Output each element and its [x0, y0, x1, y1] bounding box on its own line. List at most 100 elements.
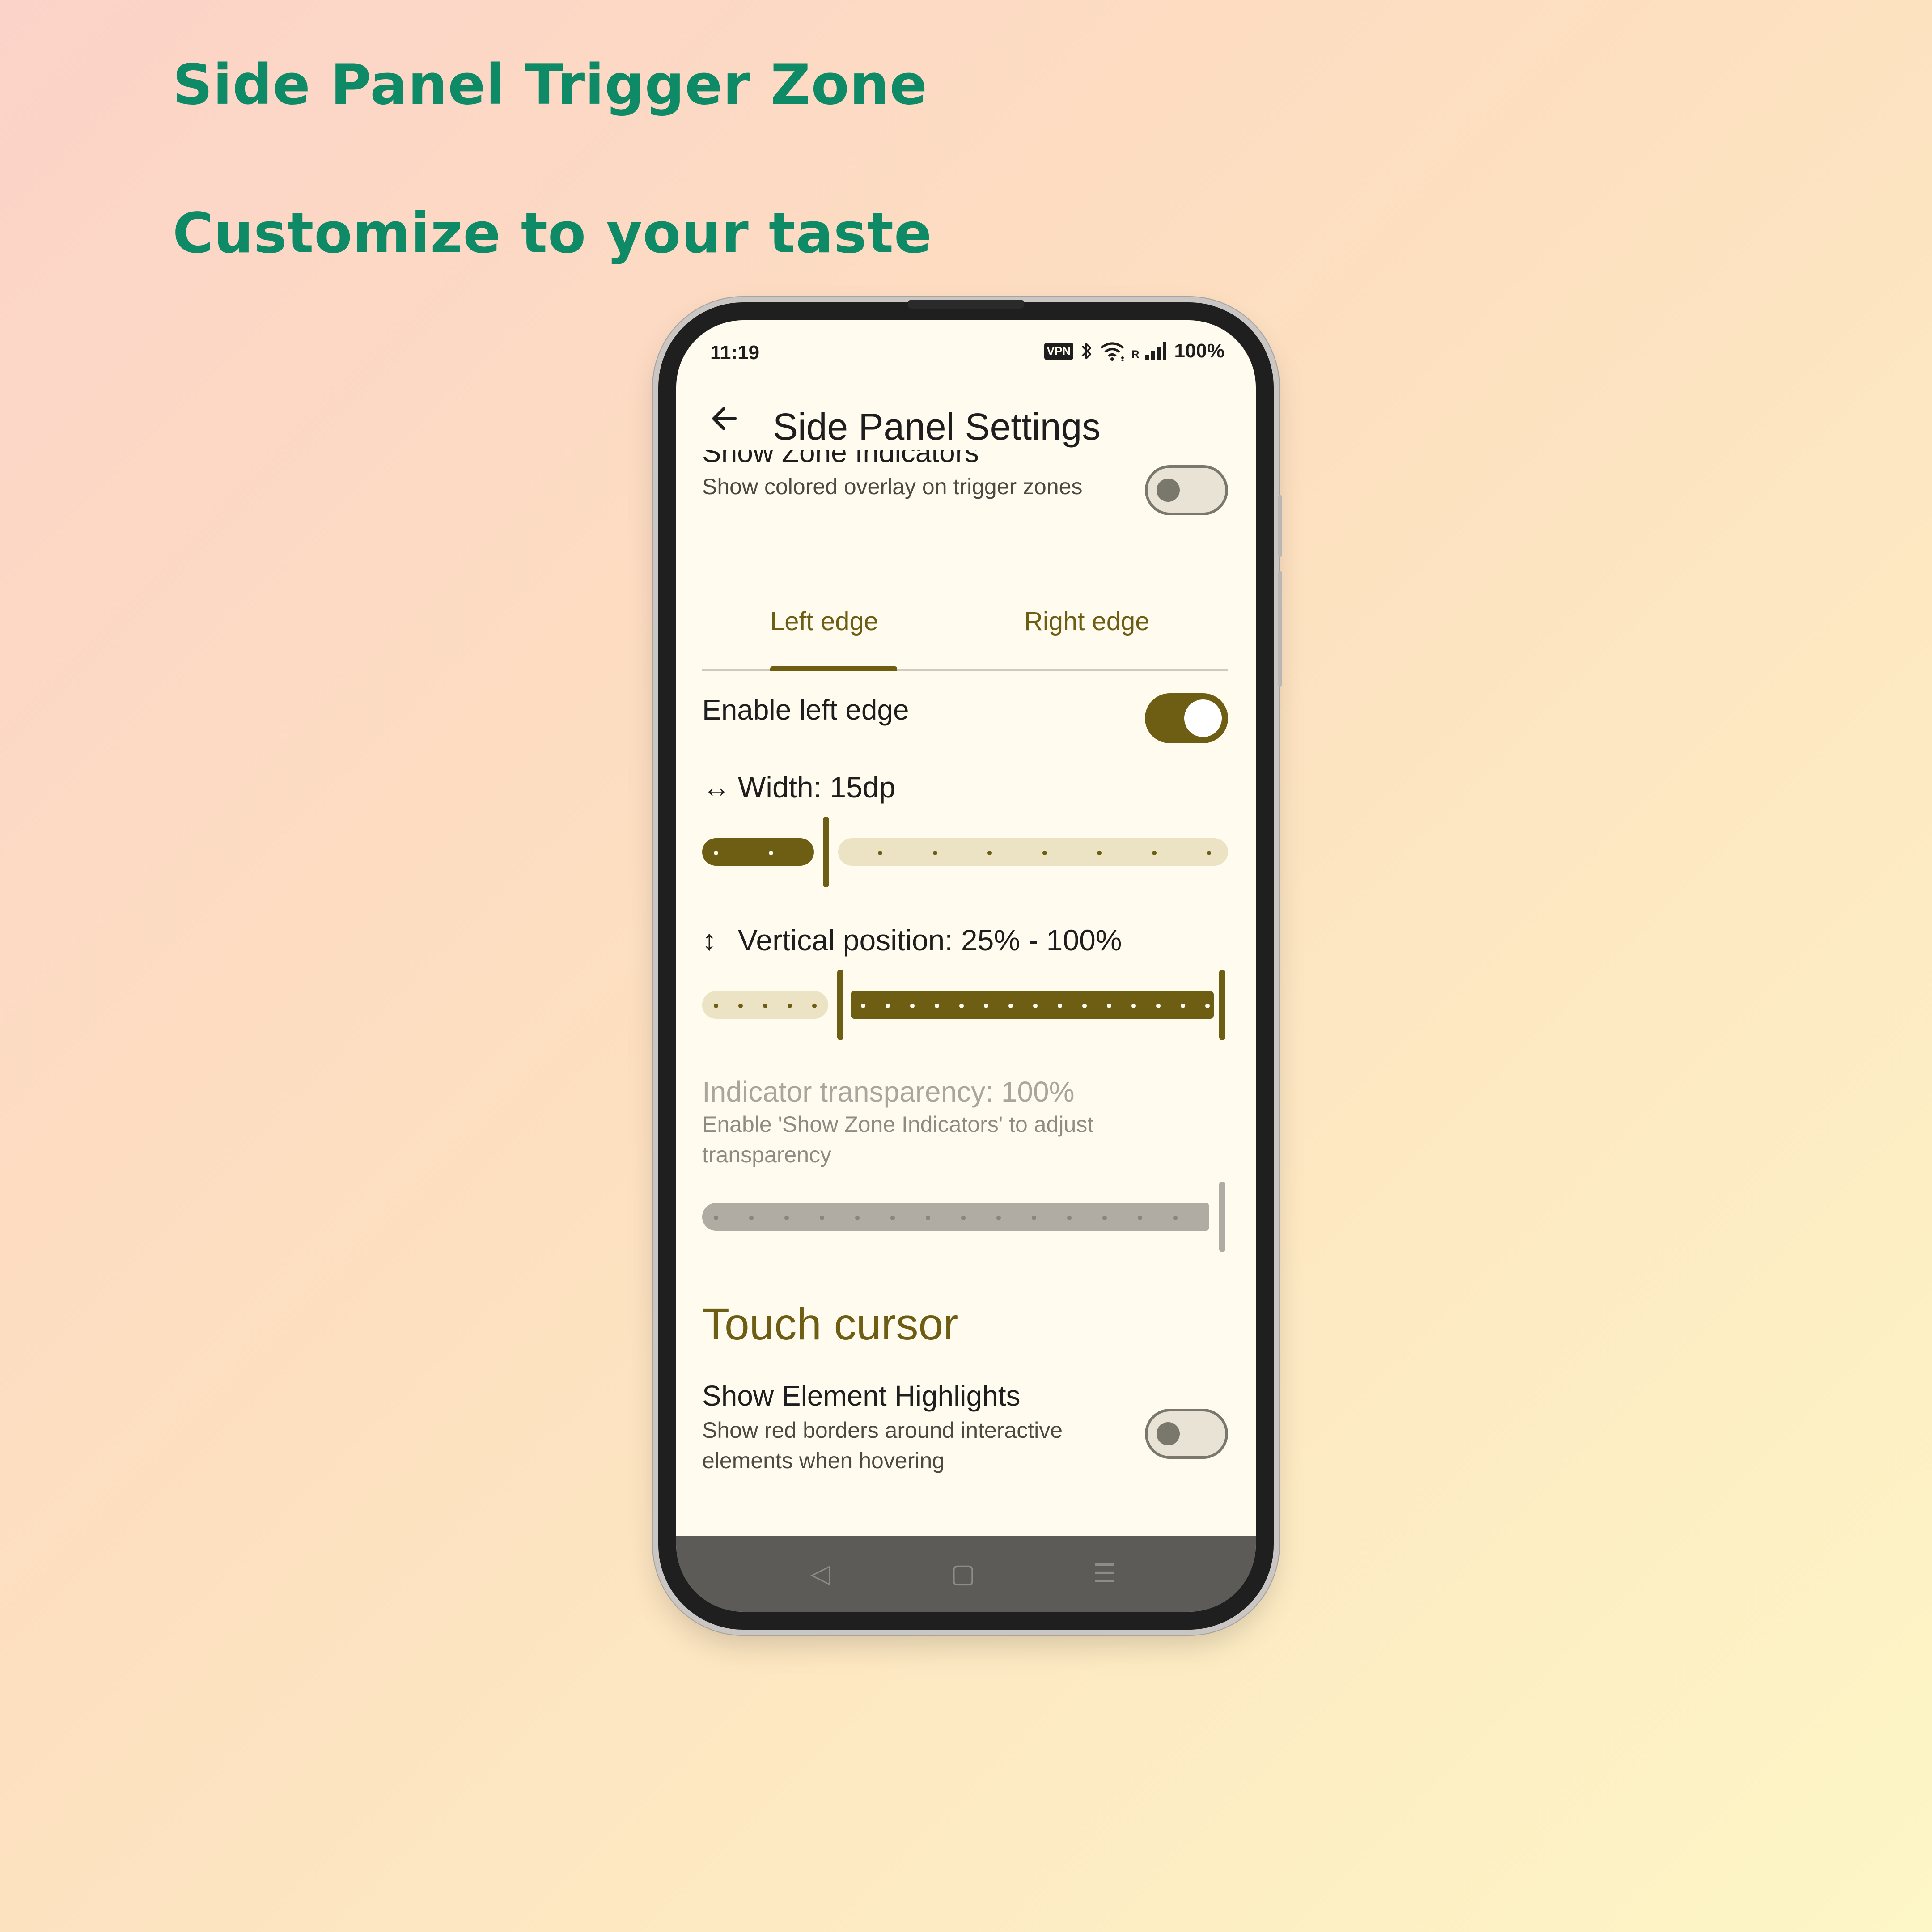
nav-home-icon[interactable]: ▢: [951, 1558, 975, 1589]
slider-tick: [1058, 1004, 1062, 1008]
slider-tick: [1207, 851, 1211, 855]
slider-tick: [1131, 1004, 1136, 1008]
slider-tick: [1152, 851, 1157, 855]
width-slider-thumb[interactable]: [823, 817, 829, 887]
status-bar: 11:19 VPN R 100%: [676, 320, 1256, 369]
vertical-arrows-icon: ↕: [702, 924, 716, 956]
slider-tick: [926, 1216, 930, 1220]
status-time: 11:19: [710, 342, 760, 364]
slider-tick: [788, 1004, 792, 1008]
slider-tick: [1107, 1004, 1111, 1008]
vertical-slider-end-thumb[interactable]: [1219, 970, 1225, 1040]
phone-screen: 11:19 VPN R 100% Side Panel Settings Sho…: [676, 320, 1256, 1612]
show-zone-indicators-title: Show Zone Indicators: [702, 450, 979, 468]
show-element-highlights-subtitle: Show red borders around interactive elem…: [702, 1418, 1063, 1473]
horizontal-arrows-icon: ↔: [702, 771, 731, 803]
slider-tick: [749, 1216, 754, 1220]
vertical-slider-start-thumb[interactable]: [837, 970, 843, 1040]
slider-tick: [1008, 1004, 1013, 1008]
width-slider[interactable]: [702, 816, 1228, 892]
width-slider-active-track: [702, 838, 814, 866]
app-bar: Side Panel Settings: [676, 387, 1256, 450]
slider-tick: [910, 1004, 915, 1008]
settings-list[interactable]: Show Zone Indicators Show colored overla…: [676, 450, 1256, 1536]
transparency-slider-track: [702, 1203, 1209, 1231]
slider-tick: [996, 1216, 1001, 1220]
toggle-knob: [1157, 1422, 1180, 1445]
width-label-row: ↔ Width: 15dp: [702, 770, 895, 804]
page-title: Side Panel Settings: [773, 406, 1101, 448]
slider-tick: [1156, 1004, 1161, 1008]
slider-tick: [886, 1004, 890, 1008]
tab-indicator: [770, 666, 897, 671]
wifi-icon: [1100, 342, 1124, 361]
slider-tick: [812, 1004, 817, 1008]
indicator-transparency-label: Indicator transparency: 100%: [702, 1076, 1075, 1108]
slider-tick: [1082, 1004, 1087, 1008]
width-slider-inactive-track: [838, 838, 1228, 866]
tab-left-edge[interactable]: Left edge: [770, 606, 878, 636]
volume-up-button: [1278, 495, 1282, 557]
enable-left-edge-title: Enable left edge: [702, 694, 909, 726]
indicator-transparency-hint: Enable 'Show Zone Indicators' to adjust …: [702, 1112, 1094, 1167]
slider-tick: [738, 1004, 743, 1008]
slider-tick: [714, 851, 718, 855]
edge-tabs: Left edge Right edge: [702, 597, 1228, 671]
show-zone-indicators-subtitle: Show colored overlay on trigger zones: [702, 474, 1083, 499]
vertical-position-slider[interactable]: [702, 969, 1228, 1045]
slider-tick: [984, 1004, 988, 1008]
slider-tick: [1033, 1004, 1038, 1008]
slider-tick: [959, 1004, 964, 1008]
slider-tick: [763, 1004, 767, 1008]
slider-tick: [1173, 1216, 1178, 1220]
enable-left-edge-toggle[interactable]: [1145, 693, 1228, 743]
status-icons: VPN R 100%: [1044, 340, 1224, 362]
width-label: Width: 15dp: [738, 771, 896, 804]
slider-tick: [1181, 1004, 1185, 1008]
slider-tick: [855, 1216, 860, 1220]
roaming-indicator: R: [1131, 348, 1140, 360]
slider-tick: [961, 1216, 966, 1220]
nav-menu-icon[interactable]: ☰: [1093, 1558, 1116, 1589]
system-nav-bar: ◁ ▢ ☰: [676, 1536, 1256, 1612]
slider-tick: [1102, 1216, 1107, 1220]
slider-tick: [1067, 1216, 1072, 1220]
indicator-transparency-slider: [702, 1181, 1228, 1257]
slider-tick: [861, 1004, 865, 1008]
slider-tick: [714, 1004, 718, 1008]
show-zone-indicators-toggle[interactable]: [1145, 465, 1228, 515]
slider-tick: [1097, 851, 1102, 855]
slider-tick: [1205, 1004, 1210, 1008]
show-element-highlights-title: Show Element Highlights: [702, 1380, 1021, 1412]
phone-notch: [908, 300, 1024, 309]
nav-back-icon[interactable]: ◁: [810, 1558, 830, 1589]
slider-tick: [1032, 1216, 1036, 1220]
slider-tick: [714, 1216, 718, 1220]
vertical-position-label: Vertical position: 25% - 100%: [738, 924, 1122, 957]
volume-down-button: [1278, 571, 1282, 687]
slider-tick: [987, 851, 992, 855]
slider-tick: [784, 1216, 789, 1220]
toggle-knob: [1184, 699, 1222, 737]
slider-tick: [769, 851, 773, 855]
bluetooth-icon: [1081, 343, 1092, 359]
touch-cursor-section-title: Touch cursor: [702, 1299, 958, 1349]
vpn-icon: VPN: [1044, 342, 1074, 360]
battery-percent: 100%: [1174, 340, 1224, 362]
promo-title: Side Panel Trigger Zone: [173, 53, 928, 117]
arrow-left-icon[interactable]: [707, 401, 742, 436]
show-element-highlights-toggle[interactable]: [1145, 1409, 1228, 1459]
promo-subtitle: Customize to your taste: [173, 201, 932, 266]
slider-tick: [878, 851, 882, 855]
phone-frame: 11:19 VPN R 100% Side Panel Settings Sho…: [658, 300, 1282, 1630]
signal-icon: [1145, 342, 1167, 360]
slider-tick: [1138, 1216, 1142, 1220]
tab-right-edge[interactable]: Right edge: [1024, 606, 1150, 636]
vertical-position-label-row: ↕ Vertical position: 25% - 100%: [702, 923, 1122, 957]
slider-tick: [1042, 851, 1047, 855]
slider-tick: [935, 1004, 939, 1008]
transparency-slider-thumb: [1219, 1182, 1225, 1252]
slider-tick: [933, 851, 937, 855]
toggle-knob: [1157, 479, 1180, 502]
slider-tick: [890, 1216, 895, 1220]
